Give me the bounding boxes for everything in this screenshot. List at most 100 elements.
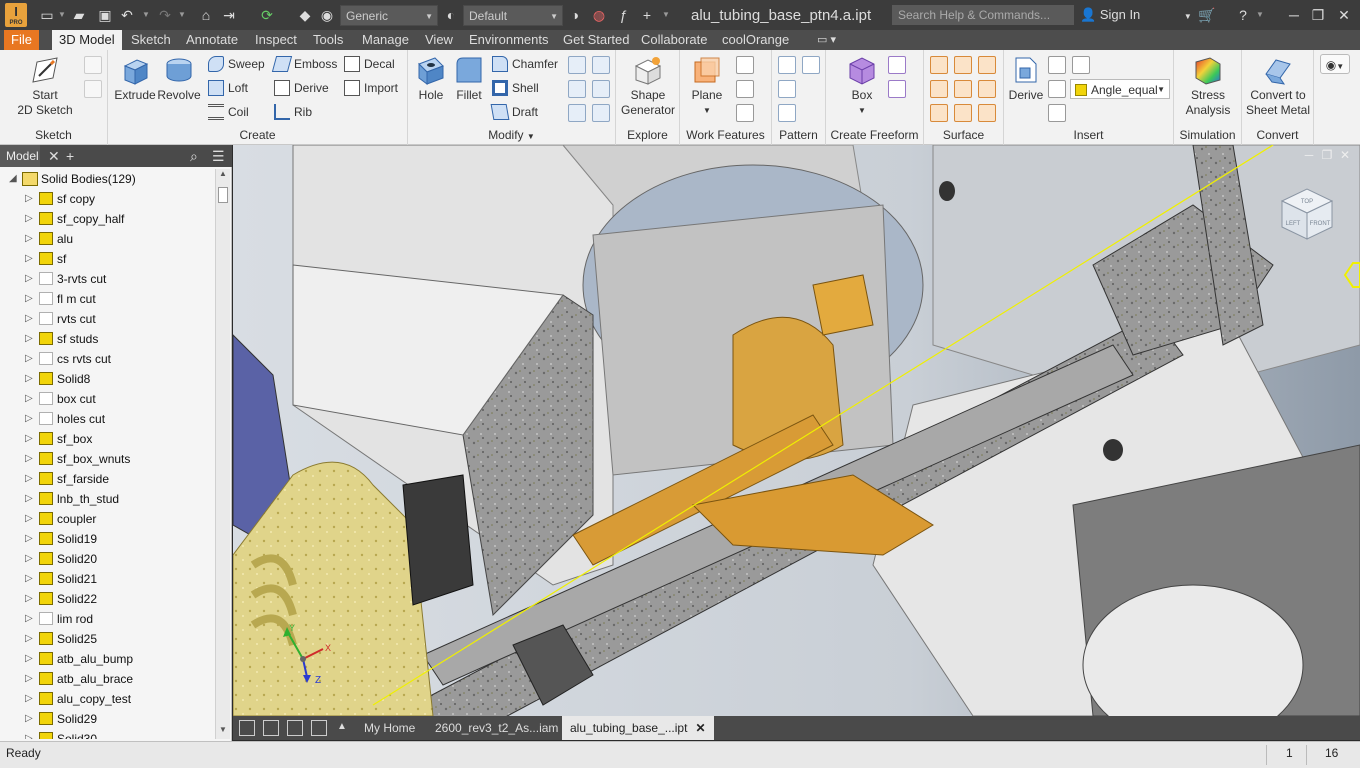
expand-icon[interactable]: ▷ — [25, 509, 33, 529]
delete-face-icon[interactable] — [592, 104, 610, 122]
expand-icon[interactable]: ▷ — [25, 449, 33, 469]
new-file-icon[interactable]: ▭ — [38, 5, 56, 25]
emboss-button[interactable]: Emboss — [271, 54, 337, 74]
expand-icon[interactable]: ▷ — [25, 569, 33, 589]
tab-file[interactable]: File — [4, 30, 39, 50]
fillet-button[interactable]: Fillet — [450, 54, 488, 103]
close-tab-icon[interactable]: ✕ — [695, 721, 705, 735]
patch-icon[interactable] — [930, 80, 948, 98]
adjust-appearance-icon[interactable]: ◑ — [566, 5, 584, 25]
derive-button[interactable]: Derive — [274, 78, 329, 98]
tab-inspect[interactable]: Inspect — [248, 30, 304, 50]
expand-icon[interactable]: ▷ — [25, 709, 33, 729]
tile-windows-icon[interactable] — [263, 720, 279, 736]
appearance-combo[interactable]: Default ▼ — [463, 5, 563, 26]
expand-icon[interactable]: ▷ — [25, 589, 33, 609]
expand-icon[interactable]: ▷ — [25, 309, 33, 329]
material-icon[interactable]: ◉ — [318, 5, 336, 25]
expand-icon[interactable]: ▷ — [25, 609, 33, 629]
shape-generator-button[interactable]: Shape Generator — [618, 54, 678, 118]
rectangular-pattern-icon[interactable] — [778, 56, 796, 74]
repair-bodies-icon[interactable] — [978, 104, 996, 122]
expand-icon[interactable]: ▷ — [25, 389, 33, 409]
scroll-up-icon[interactable]: ▲ — [216, 169, 230, 183]
coil-button[interactable]: Coil — [208, 102, 249, 122]
sculpt-icon[interactable] — [978, 56, 996, 74]
viewcube[interactable]: TOP LEFT FRONT — [1278, 185, 1336, 243]
import-button[interactable]: Import — [344, 78, 398, 98]
expand-icon[interactable]: ▷ — [25, 349, 33, 369]
move-face-icon[interactable] — [568, 80, 586, 98]
undo-icon[interactable]: ↶ — [118, 5, 136, 25]
expand-icon[interactable]: ▷ — [25, 529, 33, 549]
sketch-pattern-icon[interactable] — [778, 104, 796, 122]
expand-icon[interactable]: ▷ — [25, 549, 33, 569]
expand-icon[interactable]: ▷ — [25, 369, 33, 389]
undo-dropdown-icon[interactable]: ▼ — [142, 5, 150, 25]
redo-dropdown-icon[interactable]: ▼ — [178, 5, 186, 25]
help-dropdown-icon[interactable]: ▼ — [1256, 5, 1264, 25]
expand-icon[interactable]: ▷ — [25, 269, 33, 289]
expand-icon[interactable]: ▷ — [25, 189, 33, 209]
expand-icon[interactable]: ▷ — [25, 689, 33, 709]
home-icon[interactable]: ⌂ — [197, 5, 215, 25]
close-icon[interactable]: ✕ — [1332, 5, 1356, 25]
tab-collaborate[interactable]: Collaborate — [634, 30, 715, 50]
convert-sheet-metal-button[interactable]: Convert to Sheet Metal — [1244, 54, 1312, 118]
return-icon[interactable]: ⇥ — [220, 5, 238, 25]
chamfer-button[interactable]: Chamfer — [492, 54, 558, 74]
expand-icon[interactable]: ▷ — [25, 669, 33, 689]
add-icon[interactable]: + — [638, 5, 656, 25]
expand-icon[interactable]: ▷ — [25, 209, 33, 229]
points-icon[interactable] — [1048, 80, 1066, 98]
doc-tab-assembly[interactable]: 2600_rev3_t2_As...iam — [427, 716, 566, 740]
extend-icon[interactable] — [978, 80, 996, 98]
expand-icon[interactable]: ▷ — [25, 329, 33, 349]
tab-view[interactable]: View — [418, 30, 460, 50]
boundary-patch-icon[interactable] — [930, 104, 948, 122]
revolve-button[interactable]: Revolve — [156, 54, 202, 103]
axis-icon[interactable] — [736, 56, 754, 74]
tab-environments[interactable]: Environments — [462, 30, 555, 50]
viewport-minimize-icon[interactable]: ─ — [1300, 148, 1318, 162]
loft-button[interactable]: Loft — [208, 78, 248, 98]
viewport-restore-icon[interactable]: ❐ — [1318, 148, 1336, 162]
browser-tab-model[interactable]: Model — [0, 145, 40, 167]
browser-search-icon[interactable]: ⌕ — [190, 145, 198, 167]
edit-sketch-icon[interactable] — [84, 56, 102, 74]
rib-button[interactable]: Rib — [274, 102, 312, 122]
sign-in-button[interactable]: 👤 Sign In ▼ — [1080, 7, 1192, 23]
expand-icon[interactable]: ▷ — [25, 469, 33, 489]
tile-vertical-icon[interactable] — [311, 720, 327, 736]
insert-derive-button[interactable]: Derive — [1006, 54, 1046, 103]
trim-icon[interactable] — [954, 80, 972, 98]
browser-menu-icon[interactable]: ☰ — [212, 145, 225, 167]
scroll-down-icon[interactable]: ▼ — [216, 725, 230, 739]
app-logo[interactable]: I PRO — [5, 3, 27, 27]
image-icon[interactable] — [1072, 56, 1090, 74]
circular-pattern-icon[interactable] — [778, 80, 796, 98]
import-cad-icon[interactable] — [1048, 56, 1066, 74]
convert-freeform-icon[interactable] — [888, 80, 906, 98]
expand-icon[interactable]: ▷ — [25, 429, 33, 449]
tab-tools[interactable]: Tools — [306, 30, 350, 50]
appearance-icon[interactable]: ◐ — [442, 5, 460, 25]
help-icon[interactable]: ? — [1234, 5, 1252, 25]
tab-list-icon[interactable]: ▲ — [337, 721, 347, 732]
expand-icon[interactable]: ▷ — [25, 289, 33, 309]
open-folder-icon[interactable]: ▰ — [70, 5, 88, 25]
expand-icon[interactable]: ▷ — [25, 409, 33, 429]
replace-face-icon[interactable] — [954, 104, 972, 122]
tab-annotate[interactable]: Annotate — [179, 30, 245, 50]
split-icon[interactable] — [568, 56, 586, 74]
add-browser-icon[interactable]: + — [66, 145, 74, 167]
expand-icon[interactable]: ▷ — [25, 649, 33, 669]
expand-icon[interactable]: ▷ — [25, 489, 33, 509]
new-dropdown-icon[interactable]: ▼ — [58, 5, 66, 25]
plane-button[interactable]: Plane ▼ — [684, 54, 730, 118]
draft-button[interactable]: Draft — [490, 102, 538, 122]
viewport-close-icon[interactable]: ✕ — [1336, 148, 1354, 162]
thicken-offset-icon[interactable] — [930, 56, 948, 74]
customize-dropdown-icon[interactable]: ▼ — [662, 5, 670, 25]
tab-coolorange[interactable]: coolOrange — [715, 30, 796, 50]
